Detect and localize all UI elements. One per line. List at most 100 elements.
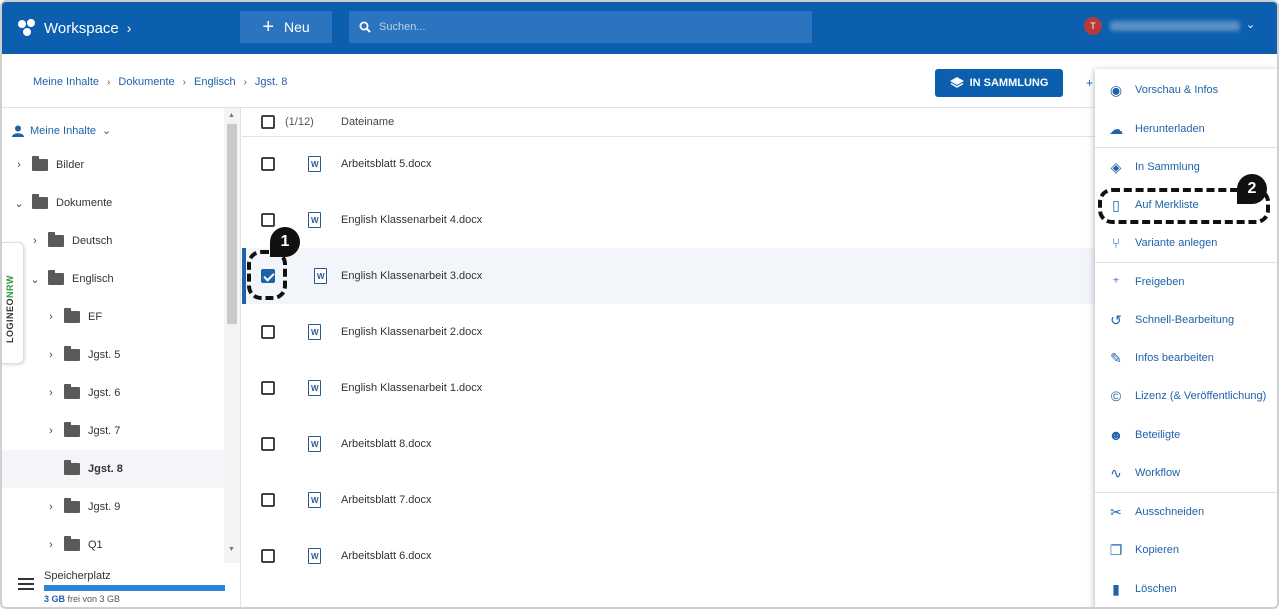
file-checkbox[interactable]: [261, 213, 275, 227]
tree-item-label: Jgst. 7: [88, 425, 121, 437]
annotation-highlight-1: [247, 250, 287, 300]
file-checkbox[interactable]: [261, 437, 275, 451]
breadcrumb-item[interactable]: Meine Inhalte: [33, 76, 99, 88]
chevron-down-icon[interactable]: ⌄: [28, 273, 42, 286]
scrollbar-thumb[interactable]: [227, 124, 237, 324]
folder-icon: [64, 308, 80, 323]
file-row[interactable]: Arbeitsblatt 6.docx: [242, 528, 1102, 584]
search-input[interactable]: [379, 21, 779, 33]
tree-item-jgst-8[interactable]: Jgst. 8: [2, 450, 224, 488]
folder-icon: [64, 498, 80, 513]
file-name[interactable]: English Klassenarbeit 2.docx: [341, 326, 482, 338]
menu-item-variante-anlegen[interactable]: ⑂ Variante anlegen: [1095, 224, 1277, 262]
chevron-right-icon[interactable]: ›: [44, 387, 58, 399]
storage-detail: 3 GB frei von 3 GB: [44, 594, 121, 604]
menu-divider: [1095, 262, 1277, 263]
chevron-down-icon[interactable]: ⌄: [1246, 18, 1255, 31]
file-row[interactable]: Arbeitsblatt 7.docx: [242, 472, 1102, 528]
menu-item-ausschneiden[interactable]: ✂ Ausschneiden: [1095, 493, 1277, 531]
tree-item-bilder[interactable]: › Bilder: [2, 146, 224, 184]
chevron-right-icon[interactable]: ›: [28, 235, 42, 247]
breadcrumb-item[interactable]: Englisch: [194, 76, 236, 88]
chevron-right-icon[interactable]: ›: [44, 501, 58, 513]
menu-divider: [1095, 492, 1277, 493]
word-document-icon: [308, 156, 321, 172]
tree-item-deutsch[interactable]: › Deutsch: [2, 222, 224, 260]
tree-item-label: Jgst. 8: [88, 463, 123, 475]
chevron-right-icon[interactable]: ›: [44, 349, 58, 361]
menu-item-herunterladen[interactable]: ☁ Herunterladen: [1095, 110, 1277, 148]
menu-item-freigeben[interactable]: ⁺ Freigeben: [1095, 263, 1277, 301]
file-row[interactable]: English Klassenarbeit 4.docx: [242, 192, 1102, 248]
select-all-checkbox[interactable]: [261, 115, 275, 129]
menu-item-beteiligte[interactable]: ☻ Beteiligte: [1095, 416, 1277, 454]
tree-item-jgst-6[interactable]: › Jgst. 6: [2, 374, 224, 412]
menu-item-l-schen[interactable]: ▮ Löschen: [1095, 570, 1277, 607]
workspace-menu-button[interactable]: Workspace ›: [18, 19, 238, 37]
file-name[interactable]: English Klassenarbeit 1.docx: [341, 382, 482, 394]
context-menu: ◉ Vorschau & Infos ☁ Herunterladen ◈ In Samml…: [1095, 69, 1277, 607]
menu-item-infos-bearbeiten[interactable]: ✎ Infos bearbeiten: [1095, 339, 1277, 377]
menu-item-label: Löschen: [1135, 583, 1177, 595]
file-name[interactable]: English Klassenarbeit 3.docx: [341, 270, 482, 282]
menu-item-kopieren[interactable]: ❐ Kopieren: [1095, 531, 1277, 569]
tree-item-jgst-9[interactable]: › Jgst. 9: [2, 488, 224, 526]
menu-item-workflow[interactable]: ∿ Workflow: [1095, 454, 1277, 492]
tree-item-ef[interactable]: › EF: [2, 298, 224, 336]
file-name[interactable]: English Klassenarbeit 4.docx: [341, 214, 482, 226]
chevron-right-icon[interactable]: ›: [44, 311, 58, 323]
menu-item-vorschau-infos[interactable]: ◉ Vorschau & Infos: [1095, 71, 1277, 109]
logineo-side-tab[interactable]: LOGINEONRW: [2, 242, 24, 364]
file-row[interactable]: English Klassenarbeit 2.docx: [242, 304, 1102, 360]
layers-icon: ◈: [1110, 158, 1122, 175]
folder-icon: [48, 232, 64, 247]
file-name[interactable]: Arbeitsblatt 7.docx: [341, 494, 432, 506]
file-checkbox[interactable]: [261, 549, 275, 563]
word-document-icon: [308, 436, 321, 452]
file-checkbox[interactable]: [261, 493, 275, 507]
column-header-filename[interactable]: Dateiname: [341, 116, 394, 128]
in-collection-button[interactable]: IN SAMMLUNG: [935, 69, 1063, 97]
file-checkbox[interactable]: [261, 325, 275, 339]
search-bar[interactable]: [349, 11, 812, 43]
scroll-down-icon[interactable]: ▼: [228, 546, 235, 553]
scroll-up-icon[interactable]: ▲: [228, 112, 235, 119]
menu-item-schnell-bearbeitung[interactable]: ↺ Schnell-Bearbeitung: [1095, 301, 1277, 339]
file-row[interactable]: Arbeitsblatt 8.docx: [242, 416, 1102, 472]
tree-item-jgst-7[interactable]: › Jgst. 7: [2, 412, 224, 450]
plus-icon[interactable]: +: [1086, 76, 1093, 90]
storage-bar: [44, 585, 225, 591]
sidebar: Meine Inhalte ⌄ › Bilder ⌄ Dokumente › Deutsc…: [2, 108, 241, 607]
file-checkbox[interactable]: [261, 157, 275, 171]
file-name[interactable]: Arbeitsblatt 8.docx: [341, 438, 432, 450]
chevron-right-icon[interactable]: ›: [44, 425, 58, 437]
chevron-down-icon[interactable]: ⌄: [12, 197, 26, 210]
brand-label: Workspace: [44, 19, 119, 37]
file-list-header: (1/12) Dateiname: [242, 108, 1102, 137]
user-menu[interactable]: T: [1084, 17, 1240, 35]
menu-item-label: Workflow: [1135, 467, 1181, 479]
tree-item-englisch[interactable]: ⌄ Englisch: [2, 260, 224, 298]
file-row[interactable]: Arbeitsblatt 5.docx: [242, 136, 1102, 192]
storage-icon: [18, 578, 34, 604]
menu-item-label: Lizenz (& Veröffentlichung): [1135, 390, 1267, 402]
logineo-label: LOGINEONRW: [5, 275, 15, 343]
menu-item-lizenz-ver-ffentlichung[interactable]: © Lizenz (& Veröffentlichung): [1095, 377, 1277, 415]
file-checkbox[interactable]: [261, 381, 275, 395]
menu-item-label: Vorschau & Infos: [1135, 84, 1219, 96]
my-content-root[interactable]: Meine Inhalte ⌄: [12, 124, 111, 137]
breadcrumb-item[interactable]: Dokumente: [118, 76, 174, 88]
chevron-right-icon[interactable]: ›: [12, 159, 26, 171]
tree-item-jgst-5[interactable]: › Jgst. 5: [2, 336, 224, 374]
menu-item-label: Variante anlegen: [1135, 237, 1218, 249]
tree-item-q1[interactable]: › Q1: [2, 526, 224, 564]
breadcrumb-item[interactable]: Jgst. 8: [255, 76, 287, 88]
chevron-right-icon[interactable]: ›: [44, 539, 58, 551]
file-name[interactable]: Arbeitsblatt 6.docx: [341, 550, 432, 562]
storage-title: Speicherplatz: [44, 570, 111, 582]
file-row[interactable]: English Klassenarbeit 3.docx: [242, 248, 1102, 304]
file-name[interactable]: Arbeitsblatt 5.docx: [341, 158, 432, 170]
file-row[interactable]: English Klassenarbeit 1.docx: [242, 360, 1102, 416]
tree-item-dokumente[interactable]: ⌄ Dokumente: [2, 184, 224, 222]
new-button[interactable]: + Neu: [240, 11, 332, 43]
